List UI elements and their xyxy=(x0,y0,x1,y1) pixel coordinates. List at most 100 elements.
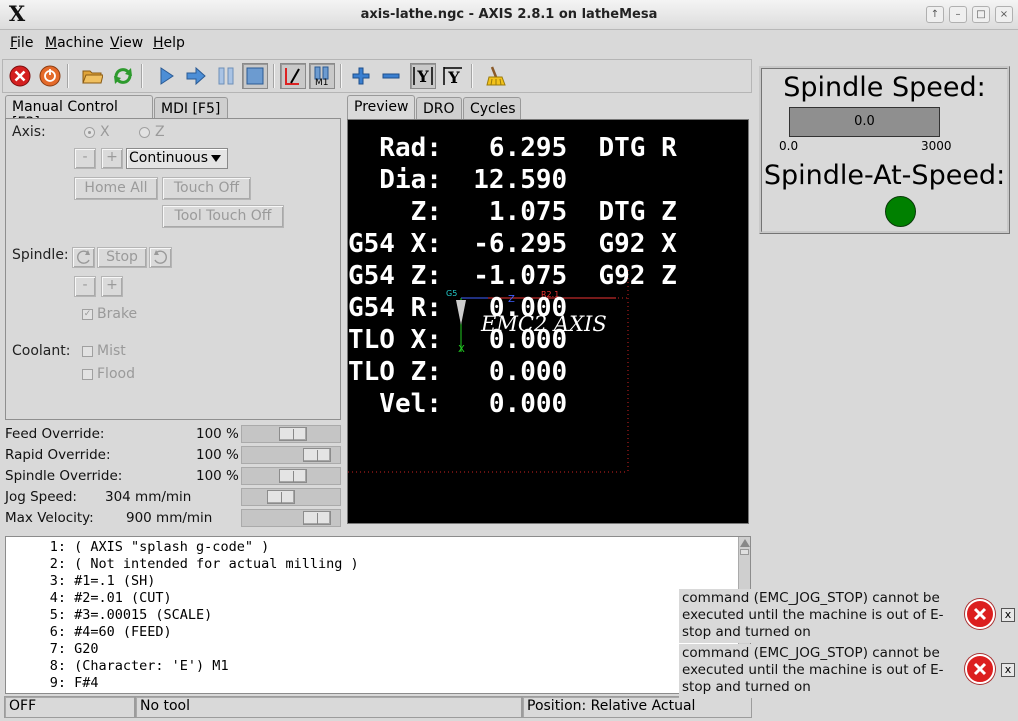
preview-canvas[interactable]: Z X G5 R2.1 EMC2 AXIS Rad: 6.295 DTG R D… xyxy=(347,119,749,524)
tab-cycles[interactable]: Cycles xyxy=(463,97,521,119)
view-y-rotated-icon[interactable]: Y xyxy=(440,63,466,89)
status-machine-state: OFF xyxy=(4,696,135,718)
menu-view[interactable]: View xyxy=(110,35,143,51)
touch-off-button[interactable]: Touch Off xyxy=(162,177,251,200)
tab-preview[interactable]: Preview xyxy=(347,95,415,119)
scroll-thumb[interactable] xyxy=(740,549,749,555)
max-velocity-slider[interactable] xyxy=(241,509,341,527)
dro-row: G54 R: 0.000 xyxy=(348,293,568,323)
clear-plot-icon[interactable] xyxy=(482,63,508,89)
gcode-line: 4: #2=.01 (CUT) xyxy=(49,590,172,606)
run-icon[interactable] xyxy=(153,63,179,89)
toolbar: M1 Y Y xyxy=(2,59,752,93)
spindle-faster-button[interactable]: + xyxy=(101,276,123,297)
block-delete-icon[interactable] xyxy=(280,63,306,89)
spindle-override-slider[interactable] xyxy=(241,467,341,485)
toolbar-separator xyxy=(67,64,69,88)
gcode-line: 8: (Character: 'E') M1 xyxy=(49,658,229,674)
dro-row: Z: 1.075 DTG Z xyxy=(348,197,677,227)
gcode-line: 5: #3=.00015 (SCALE) xyxy=(49,607,213,623)
brake-checkbox[interactable]: ✓ xyxy=(82,309,93,320)
window-maximize-icon[interactable]: □ xyxy=(972,6,990,23)
spindle-ccw-icon[interactable] xyxy=(72,247,95,268)
notification: command (EMC_JOG_STOP) cannot be execute… xyxy=(679,589,1017,643)
open-file-icon[interactable] xyxy=(79,63,105,89)
gcode-line: 2: ( Not intended for actual milling ) xyxy=(49,556,359,572)
view-y-icon[interactable]: Y xyxy=(410,63,436,89)
spindle-override-label: Spindle Override: xyxy=(5,468,123,484)
gcode-line: 3: #1=.1 (SH) xyxy=(49,573,156,589)
spindle-stop-button[interactable]: Stop xyxy=(97,247,147,268)
axis-x-radio[interactable] xyxy=(84,127,95,138)
jog-mode-select[interactable]: Continuous xyxy=(126,148,228,169)
tab-mdi[interactable]: MDI [F5] xyxy=(154,97,228,119)
slider-handle[interactable] xyxy=(279,427,307,441)
overrides-panel: Feed Override: 100 % Rapid Override: 100… xyxy=(0,424,345,532)
stop-program-icon[interactable] xyxy=(242,63,268,89)
jog-speed-label: Jog Speed: xyxy=(5,489,77,505)
rapid-override-label: Rapid Override: xyxy=(5,447,111,463)
spindle-speed-title: Spindle Speed: xyxy=(783,72,986,103)
window-up-icon[interactable]: ↑ xyxy=(926,6,944,23)
spindle-speed-bar: 0.0 xyxy=(789,107,940,137)
rapid-override-slider[interactable] xyxy=(241,446,341,464)
coolant-label: Coolant: xyxy=(12,343,71,359)
slider-handle[interactable] xyxy=(303,511,331,525)
scroll-up-icon[interactable] xyxy=(740,539,750,547)
notification: command (EMC_JOG_STOP) cannot be execute… xyxy=(679,644,1017,698)
home-all-button[interactable]: Home All xyxy=(74,177,158,200)
flood-checkbox[interactable] xyxy=(82,369,93,380)
tab-dro[interactable]: DRO xyxy=(416,97,462,119)
jog-speed-slider[interactable] xyxy=(241,488,341,506)
spindle-scale-max: 3000 xyxy=(921,139,952,153)
estop-icon[interactable] xyxy=(7,63,33,89)
axis-z-label: Z xyxy=(155,124,165,140)
machine-power-icon[interactable] xyxy=(37,63,63,89)
menu-bar: File Machine View Help xyxy=(0,31,1018,57)
dro-row: TLO X: 0.000 xyxy=(348,325,568,355)
tool-touch-off-button[interactable]: Tool Touch Off xyxy=(162,205,284,228)
gcode-line: 7: G20 xyxy=(49,641,99,657)
pause-icon[interactable] xyxy=(213,63,239,89)
spindle-at-speed-title: Spindle-At-Speed: xyxy=(763,160,1006,191)
spindle-cw-icon[interactable] xyxy=(149,247,172,268)
spindle-slower-button[interactable]: - xyxy=(74,276,96,297)
menu-help[interactable]: Help xyxy=(153,35,185,51)
axis-z-radio[interactable] xyxy=(139,127,150,138)
jog-plus-button[interactable]: + xyxy=(101,148,123,169)
mist-checkbox[interactable] xyxy=(82,346,93,357)
optional-stop-icon[interactable]: M1 xyxy=(309,63,335,89)
feed-override-slider[interactable] xyxy=(241,425,341,443)
step-icon[interactable] xyxy=(183,63,209,89)
notification-text: command (EMC_JOG_STOP) cannot be execute… xyxy=(682,645,944,695)
dro-row: Vel: 0.000 xyxy=(348,389,568,419)
close-icon[interactable]: x xyxy=(1001,663,1015,677)
axis-label: Axis: xyxy=(12,124,46,140)
gcode-line: 9: F#4 xyxy=(49,675,99,691)
title-bar[interactable]: X axis-lathe.ngc - AXIS 2.8.1 on latheMe… xyxy=(0,0,1018,30)
spindle-override-value: 100 % xyxy=(196,468,239,484)
window-minimize-icon[interactable]: – xyxy=(949,6,967,23)
chevron-down-icon xyxy=(211,155,221,162)
status-tool: No tool xyxy=(135,696,522,718)
toolbar-separator xyxy=(273,64,275,88)
close-icon[interactable]: x xyxy=(1001,608,1015,622)
feed-override-label: Feed Override: xyxy=(5,426,105,442)
dro-row: G54 Z: -1.075 G92 Z xyxy=(348,261,677,291)
zoom-out-icon[interactable] xyxy=(378,63,404,89)
slider-handle[interactable] xyxy=(279,469,307,483)
zoom-in-icon[interactable] xyxy=(348,63,374,89)
slider-handle[interactable] xyxy=(267,490,295,504)
gcode-text[interactable]: 1: ( AXIS "splash g-code" ) 2: ( Not int… xyxy=(5,536,751,694)
error-icon xyxy=(965,599,995,629)
slider-handle[interactable] xyxy=(303,448,331,462)
menu-file[interactable]: File xyxy=(10,35,33,51)
menu-machine[interactable]: Machine xyxy=(45,35,104,51)
tab-manual-control[interactable]: Manual Control [F3] xyxy=(5,95,153,131)
reload-icon[interactable] xyxy=(110,63,136,89)
rapid-override-value: 100 % xyxy=(196,447,239,463)
axis-x-label: X xyxy=(100,124,110,140)
window-close-icon[interactable]: × xyxy=(995,6,1013,23)
jog-minus-button[interactable]: - xyxy=(74,148,96,169)
toolbar-separator xyxy=(340,64,342,88)
